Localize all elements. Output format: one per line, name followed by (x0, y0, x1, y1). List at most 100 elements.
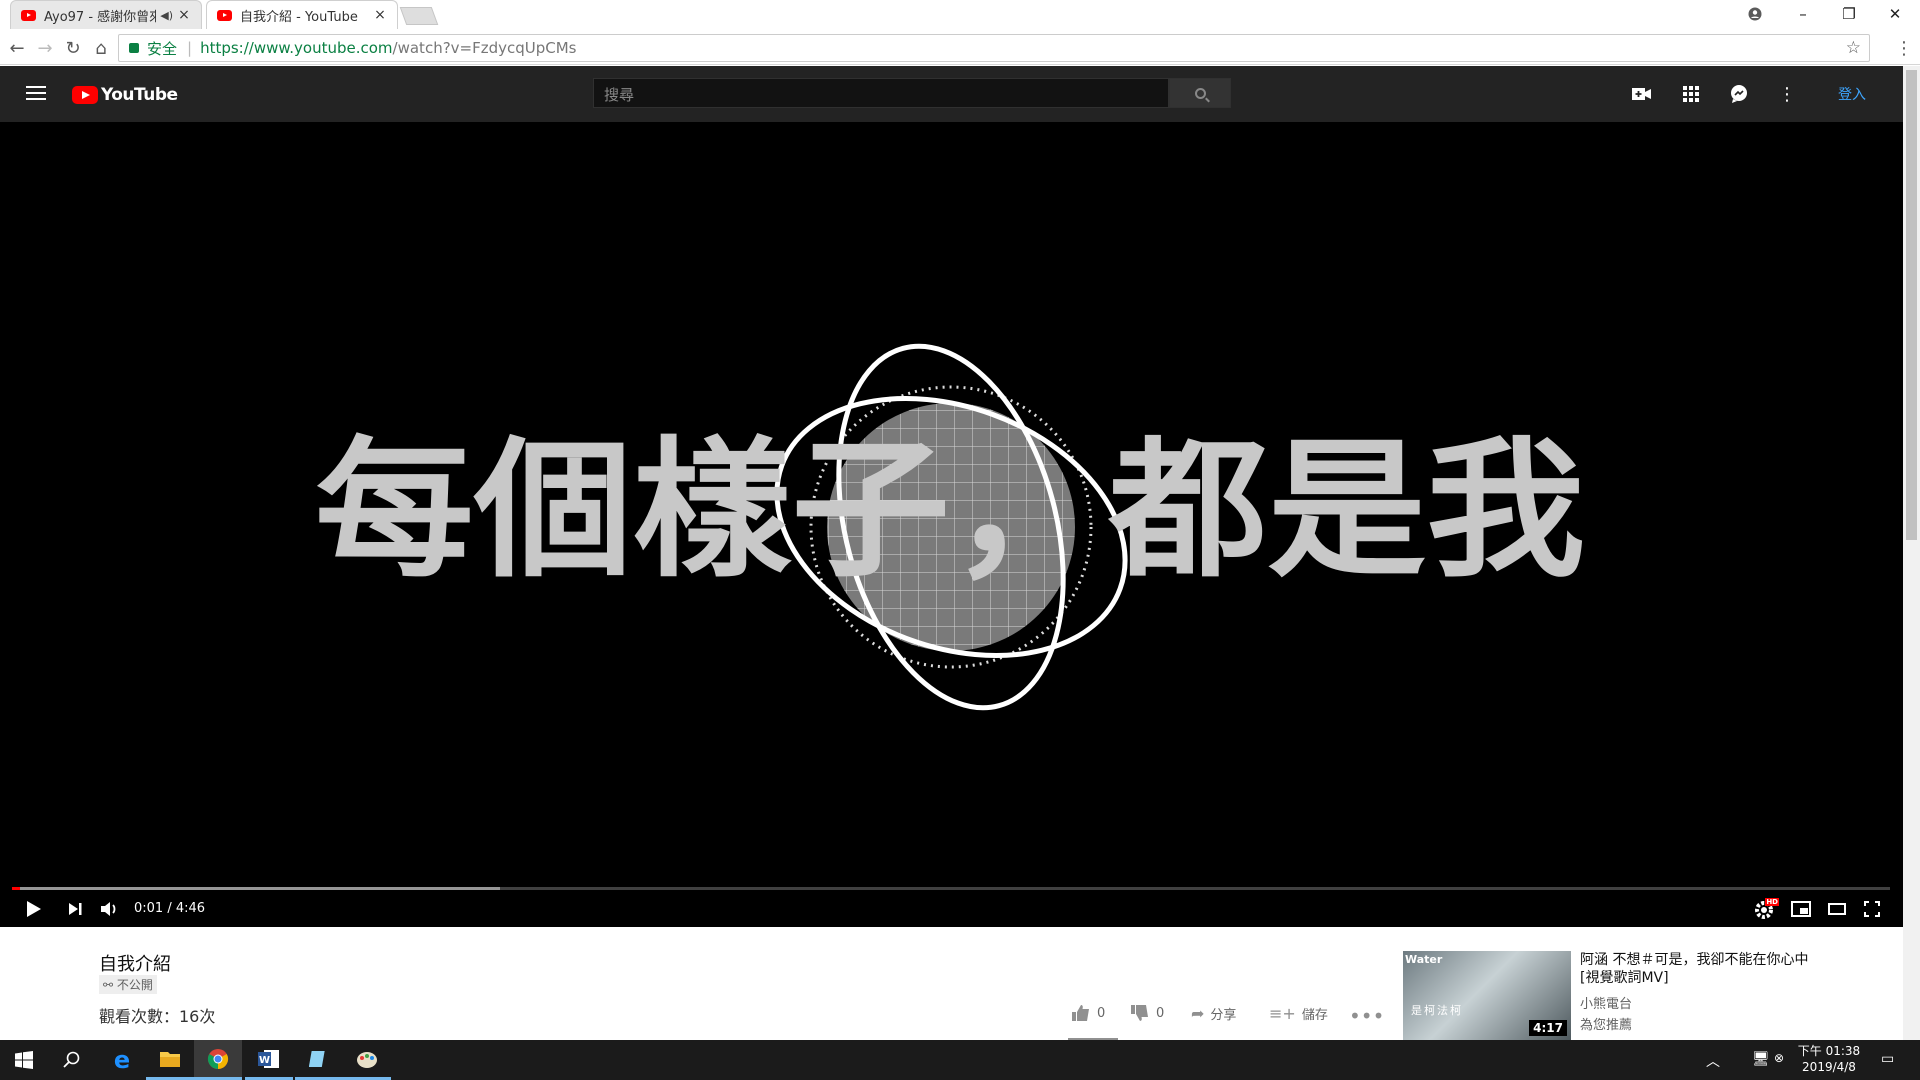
play-button[interactable] (20, 896, 48, 922)
played-bar (12, 887, 20, 890)
clock-date: 2019/4/8 (1802, 1060, 1856, 1074)
new-tab-button[interactable] (399, 7, 439, 25)
share-button[interactable]: ➦ 分享 (1191, 1004, 1236, 1023)
clock-time: 下午 01:38 (1797, 1044, 1861, 1058)
recommended-video-thumbnail[interactable]: Water 是柯法柯 4:17 (1403, 951, 1571, 1040)
edge-browser-icon[interactable]: e (98, 1040, 146, 1080)
fullscreen-button[interactable] (1858, 896, 1886, 922)
taskbar-clock[interactable]: 下午 01:38 2019/4/8 (1793, 1043, 1865, 1075)
youtube-wordmark: YouTube (101, 85, 178, 105)
restore-button[interactable]: ❐ (1826, 0, 1872, 28)
apps-grid-icon[interactable] (1679, 82, 1703, 106)
browser-menu-icon[interactable]: ⋮ (1893, 37, 1915, 59)
time-display: 0:01 / 4:46 (134, 901, 206, 916)
share-icon: ➦ (1191, 1004, 1205, 1023)
miniplayer-button[interactable] (1787, 896, 1815, 922)
upload-video-icon[interactable] (1630, 82, 1654, 106)
thumbs-up-icon (1072, 1005, 1089, 1021)
search-input[interactable]: 搜尋 (593, 78, 1169, 108)
progress-bar[interactable] (12, 887, 1890, 890)
browser-tab-strip: Ayo97 - 感謝你曾來過 ◀) × 自我介紹 - YouTube × – ❐… (0, 0, 1920, 31)
thumbnail-brand: Water (1405, 953, 1443, 966)
speaker-icon[interactable]: ◀) (160, 9, 173, 22)
more-options-icon[interactable]: ⋮ (1775, 82, 1799, 106)
video-player[interactable]: 每個樣子，都是我 (0, 122, 1903, 927)
separator: | (187, 39, 193, 57)
show-hidden-icons-icon[interactable]: ︿ (1706, 1051, 1720, 1071)
video-overlay-text: 每個樣子，都是我 (315, 424, 1585, 598)
thumbs-down-icon (1131, 1005, 1148, 1021)
browser-toolbar: ← → ↻ ⌂ 安全 | https://www.youtube.com/wat… (0, 31, 1920, 65)
bookmark-star-icon[interactable]: ☆ (1846, 38, 1861, 58)
search-button[interactable] (1169, 78, 1231, 108)
svg-text:W: W (259, 1055, 270, 1066)
view-count: 觀看次數：16次 (99, 1007, 216, 1026)
buffered-bar (12, 887, 501, 890)
next-button[interactable] (61, 896, 89, 922)
recommended-label: 為您推薦 (1580, 1018, 1633, 1033)
youtube-header: YouTube 搜尋 ⋮ 登入 (0, 66, 1903, 122)
youtube-play-logo-icon (72, 86, 98, 104)
share-label: 分享 (1210, 1008, 1237, 1023)
profile-icon[interactable] (1732, 0, 1778, 28)
url-path: /watch?v=FzdycqUpCMs (392, 39, 577, 57)
save-button[interactable]: ≡+ 儲存 (1269, 1004, 1328, 1023)
save-label: 儲存 (1301, 1008, 1328, 1023)
scrollbar-thumb[interactable] (1906, 70, 1917, 540)
thumbnail-caption: 是柯法柯 (1411, 1004, 1463, 1017)
youtube-favicon-icon (21, 9, 36, 21)
notification-center-icon[interactable]: ▭ (1881, 1051, 1894, 1067)
video-frame: 每個樣子，都是我 (315, 343, 1585, 711)
like-count: 0 (1097, 1005, 1106, 1021)
volume-button[interactable] (95, 896, 123, 922)
start-menu-icon[interactable] (0, 1040, 48, 1080)
chrome-icon[interactable] (194, 1040, 242, 1080)
secure-label: 安全 (147, 39, 178, 58)
url-text: https://www.youtube.com/watch?v=FzdycqUp… (200, 39, 576, 57)
video-title: 自我介紹 (99, 954, 171, 975)
hd-badge: HD (1765, 898, 1779, 906)
close-tab-icon[interactable]: × (373, 7, 387, 23)
youtube-logo[interactable]: YouTube (72, 85, 178, 105)
tab-title: 自我介紹 - YouTube (240, 9, 358, 25)
dislike-count: 0 (1156, 1005, 1165, 1021)
recommended-channel[interactable]: 小熊電台 (1580, 993, 1632, 1012)
reload-icon[interactable]: ↻ (62, 37, 84, 59)
theater-mode-button[interactable] (1823, 896, 1851, 922)
page-scrollbar[interactable] (1903, 66, 1920, 1040)
link-icon: ⚯ (103, 978, 114, 992)
like-button[interactable]: 0 (1071, 1004, 1105, 1022)
volume-muted-icon[interactable]: ⊗ (1774, 1051, 1784, 1065)
unlisted-badge: ⚯ 不公開 (99, 975, 157, 994)
more-actions-icon[interactable]: ••• (1349, 1004, 1384, 1028)
tab-title: Ayo97 - 感謝你曾來過 (44, 9, 157, 25)
notepad-icon[interactable] (295, 1040, 343, 1080)
search-icon[interactable] (48, 1040, 96, 1080)
video-duration: 4:17 (1529, 1020, 1567, 1036)
messages-icon[interactable] (1727, 82, 1751, 106)
network-icon[interactable]: 🖥 (1752, 1051, 1770, 1067)
close-tab-icon[interactable]: × (177, 7, 191, 23)
minimize-button[interactable]: – (1780, 0, 1826, 28)
recommended-video-title[interactable]: 阿涵 不想＃可是，我卻不能在你心中 [視覺歌詞MV] (1580, 951, 1810, 987)
file-explorer-icon[interactable] (146, 1040, 194, 1080)
browser-tab-music[interactable]: Ayo97 - 感謝你曾來過 ◀) × (10, 0, 202, 29)
sign-in-link[interactable]: 登入 (1838, 84, 1866, 104)
add-to-playlist-icon: ≡+ (1269, 1004, 1296, 1023)
paint-icon[interactable] (343, 1040, 391, 1080)
back-icon[interactable]: ← (6, 37, 28, 59)
youtube-favicon-icon (217, 9, 232, 21)
address-bar[interactable]: 安全 | https://www.youtube.com/watch?v=Fzd… (118, 34, 1870, 62)
dislike-button[interactable]: 0 (1130, 1004, 1164, 1022)
close-window-button[interactable]: ✕ (1872, 0, 1918, 28)
settings-button[interactable]: HD (1751, 896, 1779, 922)
word-icon[interactable]: W (245, 1040, 293, 1080)
search-icon (1194, 87, 1206, 99)
hamburger-menu-icon[interactable] (26, 86, 46, 100)
browser-tab-active[interactable]: 自我介紹 - YouTube × (206, 0, 398, 29)
url-host: https://www.youtube.com (200, 39, 393, 57)
lock-icon (129, 43, 139, 53)
home-icon[interactable]: ⌂ (90, 37, 112, 59)
forward-icon[interactable]: → (34, 37, 56, 59)
visibility-label: 不公開 (116, 978, 153, 992)
